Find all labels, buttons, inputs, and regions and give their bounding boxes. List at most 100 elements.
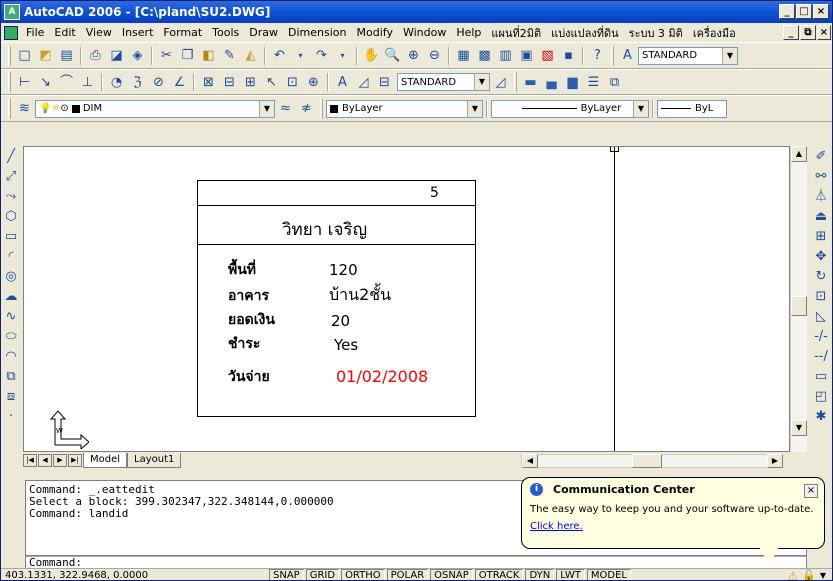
break-icon[interactable]: ▭ bbox=[812, 367, 830, 385]
copy-icon[interactable]: ❐ bbox=[178, 46, 197, 65]
layer-dropdown[interactable]: 💡 ☼ ⊙ DIM ▼ bbox=[35, 99, 275, 118]
spline-icon[interactable]: ∿ bbox=[2, 307, 20, 325]
coordinate-readout[interactable]: 403.1331, 322.9468, 0.0000 bbox=[1, 570, 241, 580]
doc-minimize-button[interactable]: _ bbox=[783, 25, 799, 40]
undo-icon[interactable]: ↶ bbox=[270, 46, 289, 65]
sunshade-icon[interactable]: ▬ bbox=[521, 73, 540, 92]
lineweight-dropdown[interactable]: ByL bbox=[657, 99, 727, 118]
color-dropdown[interactable]: ByLayer ▼ bbox=[326, 99, 483, 118]
menu-help[interactable]: Help bbox=[451, 26, 486, 39]
scroll-down-icon[interactable]: ▼ bbox=[791, 420, 807, 436]
materials-icon[interactable]: ▆ bbox=[563, 73, 582, 92]
ordinate-dim-icon[interactable]: ⊥ bbox=[78, 73, 97, 92]
layer-manager-icon[interactable]: ≋ bbox=[15, 99, 34, 118]
extend-icon[interactable]: --/ bbox=[812, 347, 830, 365]
offset-icon[interactable]: ⏏ bbox=[812, 207, 830, 225]
dim-style-dropdown[interactable]: STANDARD ▼ bbox=[397, 73, 490, 91]
menu-dimension[interactable]: Dimension bbox=[283, 26, 351, 39]
redo-icon[interactable]: ↷ bbox=[312, 46, 331, 65]
cut-icon[interactable]: ✂ bbox=[157, 46, 176, 65]
move-icon[interactable]: ✥ bbox=[812, 247, 830, 265]
dim-text-edit-icon[interactable]: ◿ bbox=[354, 73, 373, 92]
otrack-toggle[interactable]: OTRACK bbox=[474, 569, 524, 580]
sheet-set-icon[interactable]: ▣ bbox=[517, 46, 536, 65]
save-icon[interactable]: ▤ bbox=[57, 46, 76, 65]
plot-preview-icon[interactable]: ◪ bbox=[107, 46, 126, 65]
status-menu-chevron-down-icon[interactable]: ▼ bbox=[820, 571, 826, 580]
dyn-toggle[interactable]: DYN bbox=[525, 569, 555, 580]
vertical-scrollbar[interactable]: ▲ ▼ bbox=[790, 146, 807, 452]
pan-icon[interactable]: ✋ bbox=[362, 46, 381, 65]
copy-object-icon[interactable]: ⚯ bbox=[812, 167, 830, 185]
layer-previous-icon[interactable]: ≉ bbox=[297, 99, 316, 118]
rectangle-icon[interactable]: ▭ bbox=[2, 227, 20, 245]
render-icon[interactable]: ▄ bbox=[542, 73, 561, 92]
lwt-toggle[interactable]: LWT bbox=[556, 569, 585, 580]
menu-insert[interactable]: Insert bbox=[117, 26, 159, 39]
menu-modify[interactable]: Modify bbox=[352, 26, 398, 39]
osnap-toggle[interactable]: OSNAP bbox=[430, 569, 473, 580]
redo-dropdown-icon[interactable]: ▾ bbox=[333, 46, 352, 65]
continue-dim-icon[interactable]: ⊞ bbox=[241, 73, 260, 92]
revision-cloud-icon[interactable]: ☁ bbox=[2, 287, 20, 305]
maximize-button[interactable]: □ bbox=[796, 4, 812, 19]
model-toggle[interactable]: MODEL bbox=[586, 569, 631, 580]
trim-icon[interactable]: -/- bbox=[812, 327, 830, 345]
first-tab-icon[interactable]: |◀ bbox=[23, 454, 37, 467]
print-icon[interactable]: ⎙ bbox=[86, 46, 105, 65]
properties-icon[interactable]: ▦ bbox=[454, 46, 473, 65]
insert-block-icon[interactable]: ⧉ bbox=[2, 367, 20, 385]
diameter-dim-icon[interactable]: ⊘ bbox=[149, 73, 168, 92]
attribute-block[interactable]: 5 วิทยา เจริญ พื้นที่ 120 อาคาร บ้าน2ชั้… bbox=[197, 180, 476, 417]
circle-icon[interactable]: ◎ bbox=[2, 267, 20, 285]
menu-window[interactable]: Window bbox=[398, 26, 451, 39]
scroll-up-icon[interactable]: ▲ bbox=[791, 146, 807, 162]
snap-toggle[interactable]: SNAP bbox=[269, 569, 304, 580]
point-icon[interactable]: · bbox=[2, 407, 20, 425]
dim-edit-icon[interactable]: A bbox=[333, 73, 352, 92]
doc-restore-button[interactable]: ⧉ bbox=[800, 25, 816, 40]
help-icon[interactable]: ? bbox=[588, 46, 607, 65]
list-icon[interactable]: ☰ bbox=[584, 73, 603, 92]
title-bar[interactable]: A AutoCAD 2006 - [C:\pland\SU2.DWG] _ □ … bbox=[1, 1, 832, 23]
horizontal-scrollbar[interactable]: ◀ ▶ bbox=[521, 454, 783, 468]
close-button[interactable]: × bbox=[813, 4, 829, 19]
doc-close-button[interactable]: × bbox=[817, 25, 831, 40]
menu-edit[interactable]: Edit bbox=[49, 26, 80, 39]
menu-format[interactable]: Format bbox=[158, 26, 207, 39]
linetype-dropdown[interactable]: ByLayer ▼ bbox=[491, 99, 649, 118]
polyline-icon[interactable]: ⤳ bbox=[2, 187, 20, 205]
markup-icon[interactable]: ▧ bbox=[538, 46, 557, 65]
baseline-dim-icon[interactable]: ⊟ bbox=[220, 73, 239, 92]
zoom-previous-icon[interactable]: ⊖ bbox=[425, 46, 444, 65]
mirror-icon[interactable]: ⏃ bbox=[812, 187, 830, 205]
aligned-dim-icon[interactable]: ↘ bbox=[36, 73, 55, 92]
tolerance-icon[interactable]: ⊡ bbox=[283, 73, 302, 92]
text-style-dropdown[interactable]: STANDARD ▼ bbox=[638, 46, 738, 65]
arc-icon[interactable]: ◜ bbox=[2, 247, 20, 265]
scroll-thumb[interactable] bbox=[791, 296, 807, 316]
quick-leader-icon[interactable]: ↖ bbox=[262, 73, 281, 92]
menu-tools-thai[interactable]: เครื่องมือ bbox=[688, 24, 741, 42]
chamfer-icon[interactable]: ◰ bbox=[812, 387, 830, 405]
zoom-window-icon[interactable]: ⊕ bbox=[404, 46, 423, 65]
drawing-canvas[interactable]: 5 วิทยา เจริญ พื้นที่ 120 อาคาร บ้าน2ชั้… bbox=[23, 146, 790, 452]
new-icon[interactable]: □ bbox=[15, 46, 34, 65]
paste-icon[interactable]: ◧ bbox=[199, 46, 218, 65]
explode-icon[interactable]: ✱ bbox=[812, 407, 830, 425]
calculator-icon[interactable]: ▪ bbox=[559, 46, 578, 65]
ortho-toggle[interactable]: ORTHO bbox=[341, 569, 385, 580]
open-icon[interactable]: ◩ bbox=[36, 46, 55, 65]
design-center-icon[interactable]: ▩ bbox=[475, 46, 494, 65]
toolbar-grip[interactable] bbox=[8, 45, 11, 66]
make-block-icon[interactable]: ⧈ bbox=[2, 387, 20, 405]
dim-update-icon[interactable]: ⊟ bbox=[375, 73, 394, 92]
lock-icon[interactable]: 🔓 bbox=[802, 569, 816, 580]
quick-dim-icon[interactable]: ⊠ bbox=[199, 73, 218, 92]
menu-view[interactable]: View bbox=[81, 26, 117, 39]
grid-toggle[interactable]: GRID bbox=[305, 569, 340, 580]
prev-tab-icon[interactable]: ◀ bbox=[38, 454, 52, 467]
menu-draw[interactable]: Draw bbox=[244, 26, 283, 39]
text-style-icon[interactable]: A bbox=[618, 46, 637, 65]
make-current-icon[interactable]: ≈ bbox=[276, 99, 295, 118]
